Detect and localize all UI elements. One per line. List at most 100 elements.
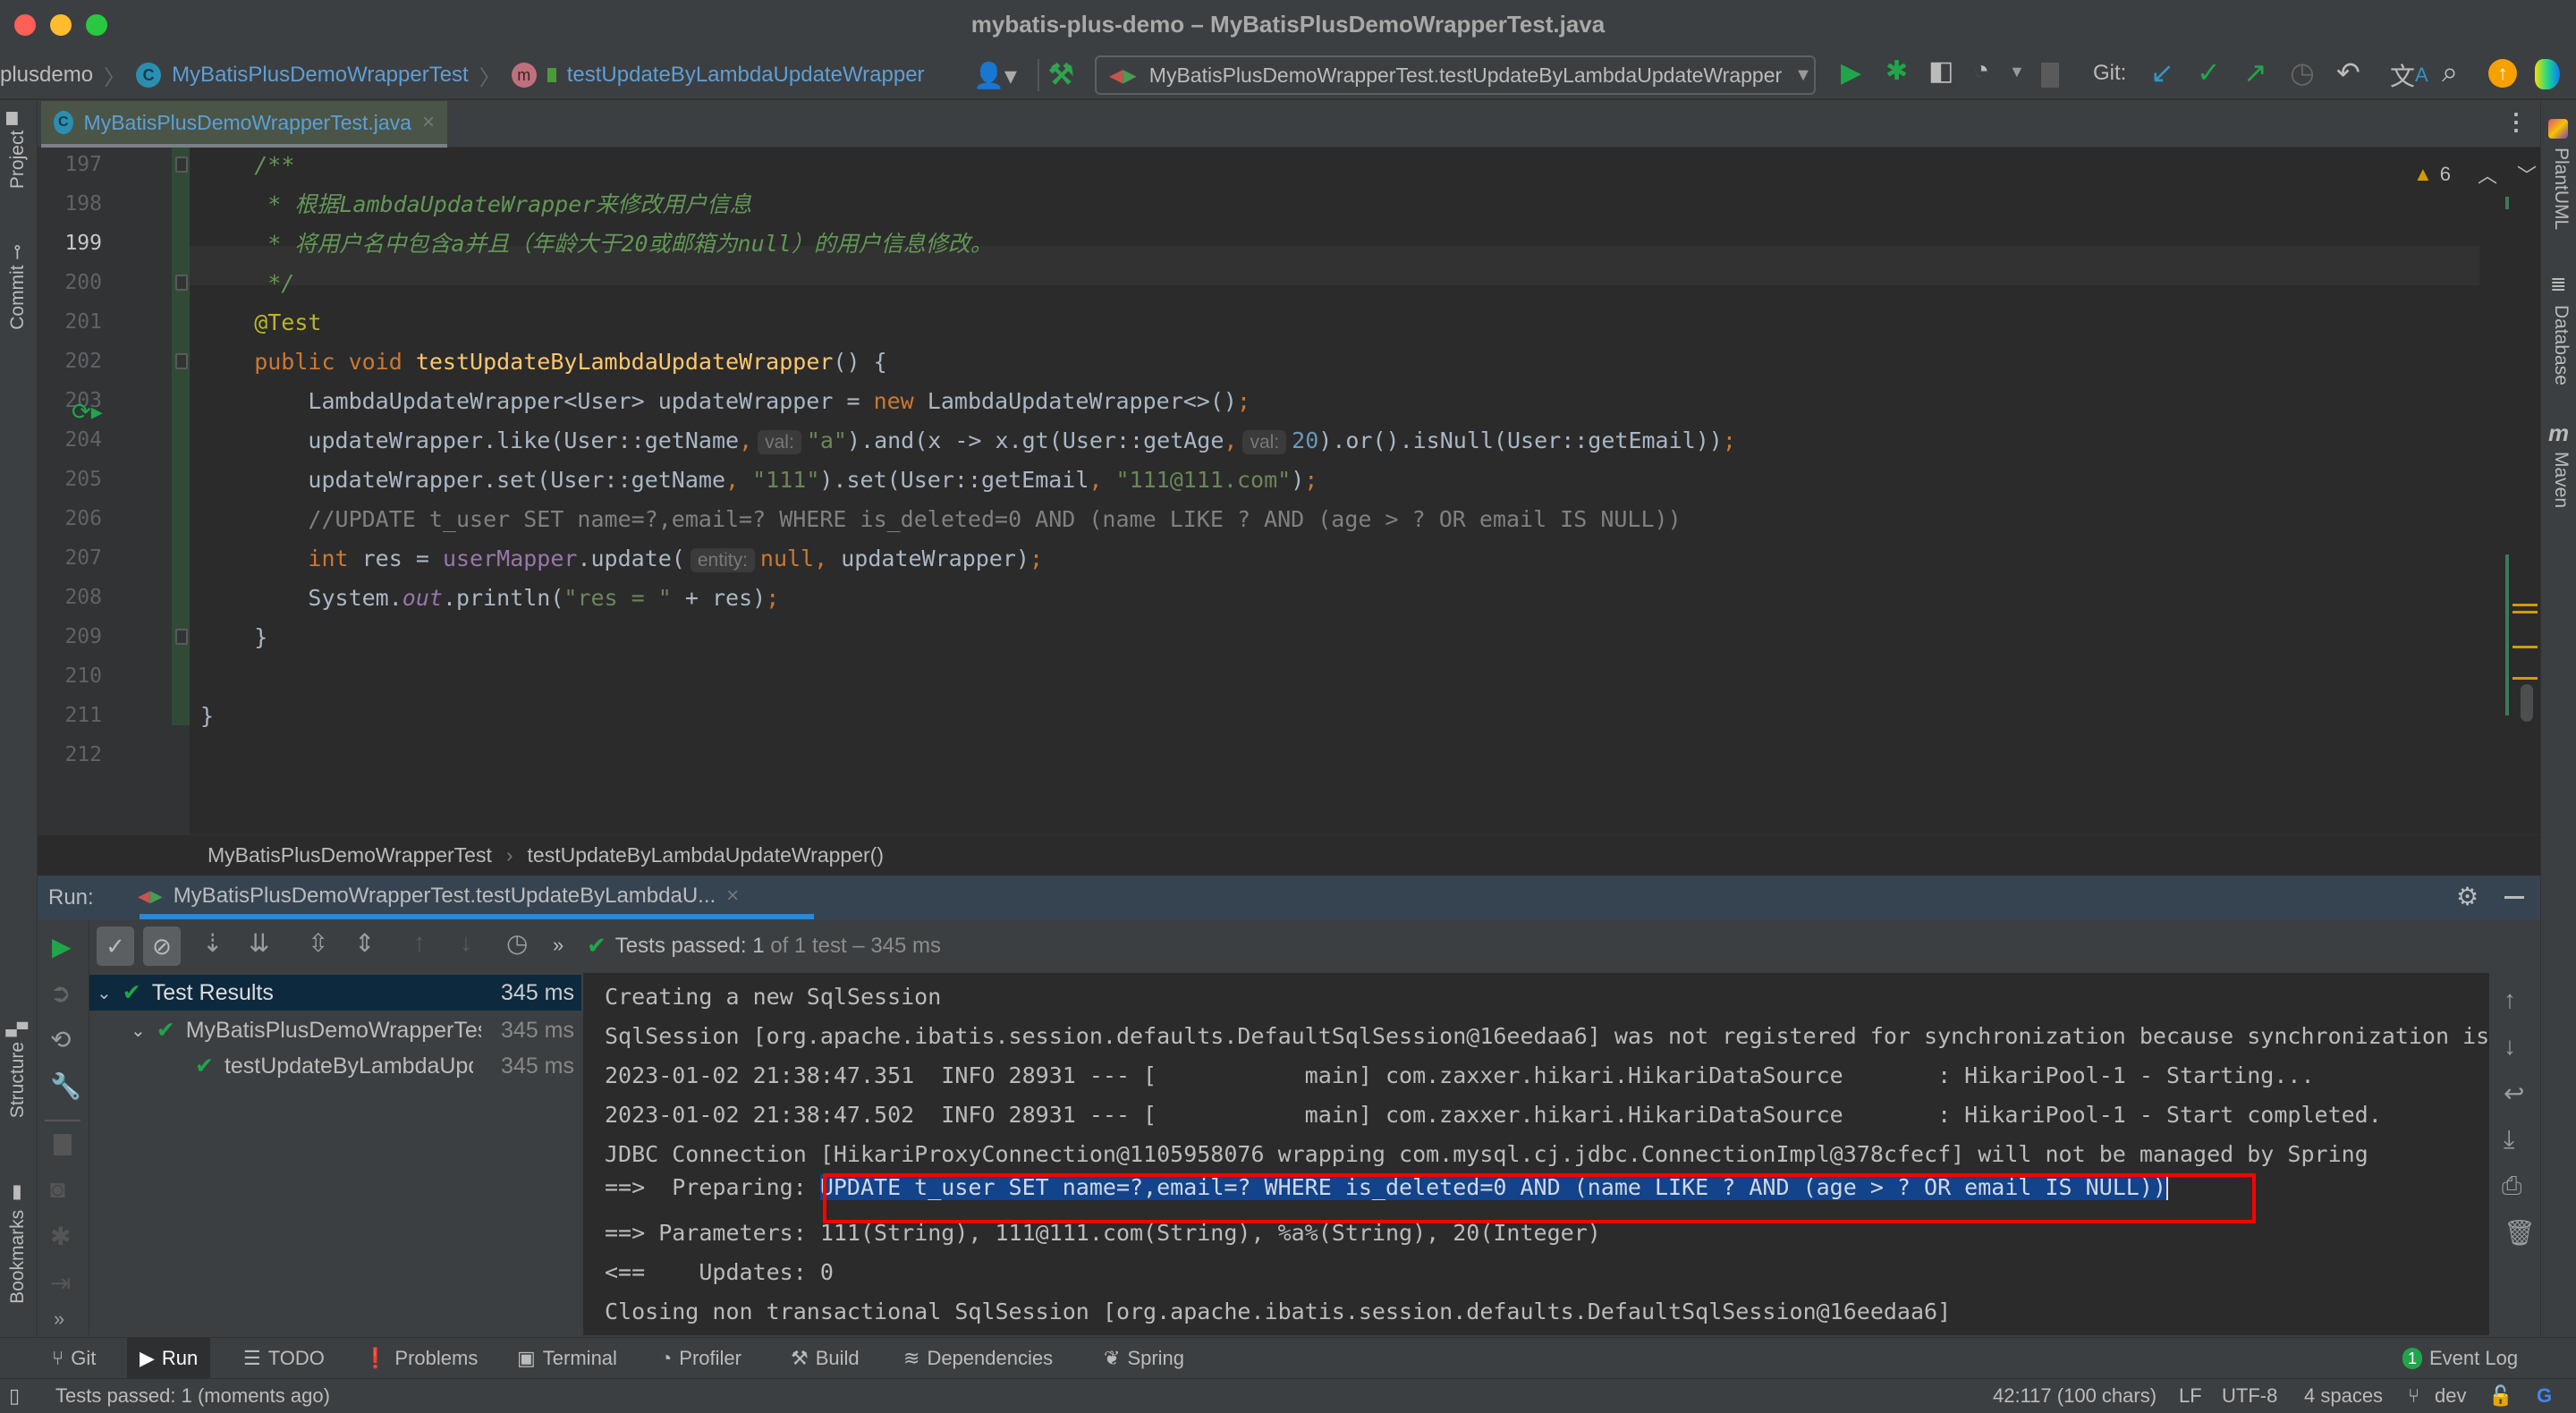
indent-setting[interactable]: 4 spaces	[2304, 1384, 2383, 1408]
print-icon[interactable]: ⎙	[2502, 1172, 2521, 1201]
show-passed-toggle[interactable]: ✓	[97, 926, 134, 966]
inspection-widget[interactable]: ▲ 6 ︿ ﹀	[2413, 160, 2537, 189]
scroll-to-end-icon[interactable]: ⤓	[2504, 1125, 2514, 1155]
database-tool-button[interactable]: Database	[2550, 305, 2572, 385]
tree-item-test-results[interactable]: ⌄ ✔ Test Results 345 ms	[89, 975, 581, 1011]
fold-marker-icon[interactable]	[175, 157, 188, 173]
profile-icon[interactable]: ◔	[1973, 55, 1989, 86]
tab-mybatisplusdemowrappertest-java[interactable]: C MyBatisPlusDemoWrapperTest.java ×	[41, 101, 447, 148]
tool-window-profiler[interactable]: ◔ Profiler	[660, 1338, 741, 1379]
search-icon[interactable]: ⌕	[2442, 55, 2458, 89]
git-push-icon[interactable]: ↗	[2243, 55, 2267, 89]
test-history-icon[interactable]: ◷	[506, 928, 528, 958]
maven-icon: m	[2548, 419, 2570, 446]
google-icon[interactable]: G	[2537, 1384, 2552, 1408]
toggle-tool-windows-icon[interactable]: ▯	[9, 1384, 20, 1408]
fold-marker-icon[interactable]	[175, 629, 188, 645]
bookmarks-tool-button[interactable]: Bookmarks ▮	[7, 1183, 29, 1304]
run-tab[interactable]: ◀▶ MyBatisPlusDemoWrapperTest.testUpdate…	[138, 876, 739, 916]
jetbrains-toolbox-icon[interactable]	[2535, 59, 2560, 89]
camera-icon[interactable]: ◙	[50, 1175, 65, 1204]
soft-wrap-icon[interactable]: ↩	[2504, 1079, 2524, 1108]
caret-position[interactable]: 42:117 (100 chars)	[1993, 1384, 2157, 1408]
git-commit-icon[interactable]: ✓	[2197, 55, 2221, 89]
toggle-auto-test-icon[interactable]: ⟲	[50, 1025, 71, 1054]
tree-item-test-class[interactable]: ⌄ ✔ MyBatisPlusDemoWrapperTest 345 ms	[89, 1012, 581, 1048]
lock-icon[interactable]: 🔓	[2488, 1384, 2512, 1408]
stop-icon[interactable]	[2041, 63, 2059, 88]
wrench-icon[interactable]: 🔧	[50, 1071, 81, 1101]
run-test-icon[interactable]: ⟳▸	[72, 398, 103, 426]
close-tab-icon[interactable]: ×	[422, 110, 435, 135]
scroll-down-icon[interactable]: ↓	[2504, 1032, 2516, 1061]
plantuml-tool-button[interactable]: PlantUML	[2550, 148, 2572, 230]
status-message[interactable]: Tests passed: 1 (moments ago)	[55, 1384, 330, 1408]
user-icon[interactable]: 👤▾	[973, 61, 1017, 90]
breadcrumb-method[interactable]: testUpdateByLambdaUpdateWrapper()	[528, 843, 884, 867]
tool-window-problems[interactable]: ❗ Problems	[363, 1338, 478, 1379]
commit-tool-button[interactable]: Commit ⊸	[7, 244, 29, 330]
run-icon[interactable]: ▶	[1841, 57, 1861, 89]
title-bar: mybatis-plus-demo – MyBatisPlusDemoWrapp…	[0, 0, 2576, 50]
rerun-failed-icon[interactable]: ➲	[50, 978, 71, 1008]
breadcrumb-project[interactable]: plusdemo	[0, 63, 93, 88]
settings-gear-icon[interactable]: ⚙	[2456, 882, 2479, 911]
code-token: * 将用户名中包含a并且（年龄大于20或邮箱为null）的用户信息修改。	[200, 231, 993, 257]
more-icon[interactable]: »	[553, 934, 564, 957]
git-update-icon[interactable]: ↙	[2150, 55, 2174, 89]
show-ignored-toggle[interactable]: ⊘	[143, 926, 181, 966]
sort-alphabetically-icon[interactable]: ⇣	[202, 928, 223, 958]
tool-window-git[interactable]: ⑂ Git	[52, 1338, 96, 1379]
minimize-icon[interactable]	[2504, 896, 2524, 899]
clear-all-icon[interactable]: 🗑	[2504, 1218, 2536, 1248]
structure-tool-button[interactable]: Structure ▚	[7, 1022, 29, 1118]
git-branch[interactable]: dev	[2435, 1384, 2466, 1408]
line-separator[interactable]: LF	[2179, 1384, 2202, 1408]
debug-icon[interactable]: ✱	[1885, 55, 1908, 87]
chevron-down-icon[interactable]: ▼	[2009, 63, 2025, 81]
exit-icon[interactable]: ⇥	[50, 1268, 71, 1298]
coverage-icon[interactable]: ◧	[1928, 55, 1953, 87]
run-config-dropdown[interactable]: ◀▶ MyBatisPlusDemoWrapperTest.testUpdate…	[1095, 55, 1816, 95]
tool-window-run[interactable]: ▶ Run	[127, 1338, 211, 1379]
tool-window-spring[interactable]: ❦ Spring	[1104, 1338, 1184, 1379]
tool-window-dependencies[interactable]: ≋ Dependencies	[903, 1338, 1053, 1379]
console-output[interactable]: Creating a new SqlSession SqlSession [org…	[583, 973, 2489, 1335]
tool-window-todo[interactable]: ☰ TODO	[243, 1338, 325, 1379]
previous-failed-icon[interactable]: ↑	[413, 928, 426, 957]
breadcrumb-method[interactable]: testUpdateByLambdaUpdateWrapper	[567, 63, 925, 88]
next-failed-icon[interactable]: ↓	[460, 928, 472, 957]
next-highlight-icon[interactable]: ﹀	[2517, 160, 2537, 189]
rerun-icon[interactable]: ▶	[52, 932, 72, 961]
tool-window-build[interactable]: ⚒ Build	[791, 1338, 860, 1379]
build-hammer-icon[interactable]: ⚒	[1048, 57, 1074, 91]
tree-item-test-method[interactable]: ✔ testUpdateByLambdaUpdateWrapper 345 ms	[89, 1048, 581, 1084]
breadcrumb-class[interactable]: MyBatisPlusDemoWrapperTest	[208, 843, 492, 867]
translate-icon[interactable]: 文A	[2390, 57, 2428, 93]
rollback-icon[interactable]: ↶	[2336, 55, 2360, 89]
debug-exit-icon[interactable]: ✱	[50, 1222, 71, 1251]
breadcrumb-class[interactable]: MyBatisPlusDemoWrapperTest	[172, 63, 469, 88]
more-options-icon[interactable]: ⋮	[2504, 108, 2528, 136]
stop-icon[interactable]	[54, 1134, 72, 1155]
maven-tool-button[interactable]: Maven	[2550, 452, 2572, 508]
collapse-all-icon[interactable]: ⇕	[354, 928, 375, 958]
fold-marker-icon[interactable]	[175, 353, 188, 369]
ide-update-icon[interactable]: ↑	[2488, 59, 2517, 88]
project-tool-button[interactable]: Project ▀	[7, 112, 29, 189]
line-number: 204	[64, 428, 102, 452]
expand-all-icon[interactable]: ⇳	[308, 928, 328, 958]
fold-marker-icon[interactable]	[175, 275, 188, 291]
close-run-tab-icon[interactable]: ×	[726, 884, 739, 909]
previous-highlight-icon[interactable]: ︿	[2478, 160, 2497, 189]
build-icon: ⚒	[791, 1347, 809, 1369]
editor-scrollbar[interactable]	[2521, 684, 2533, 722]
file-encoding[interactable]: UTF-8	[2222, 1384, 2277, 1408]
code-editor[interactable]: 1961971981992002012022032042052062072082…	[38, 148, 2540, 834]
sort-by-duration-icon[interactable]: ⇊	[249, 928, 269, 958]
history-icon[interactable]: ◷	[2290, 55, 2315, 89]
more-icon[interactable]: »	[54, 1307, 64, 1331]
tool-window-terminal[interactable]: ▣ Terminal	[517, 1338, 617, 1379]
scroll-up-icon[interactable]: ↑	[2504, 986, 2516, 1014]
event-log-button[interactable]: 1 Event Log	[2402, 1338, 2518, 1379]
